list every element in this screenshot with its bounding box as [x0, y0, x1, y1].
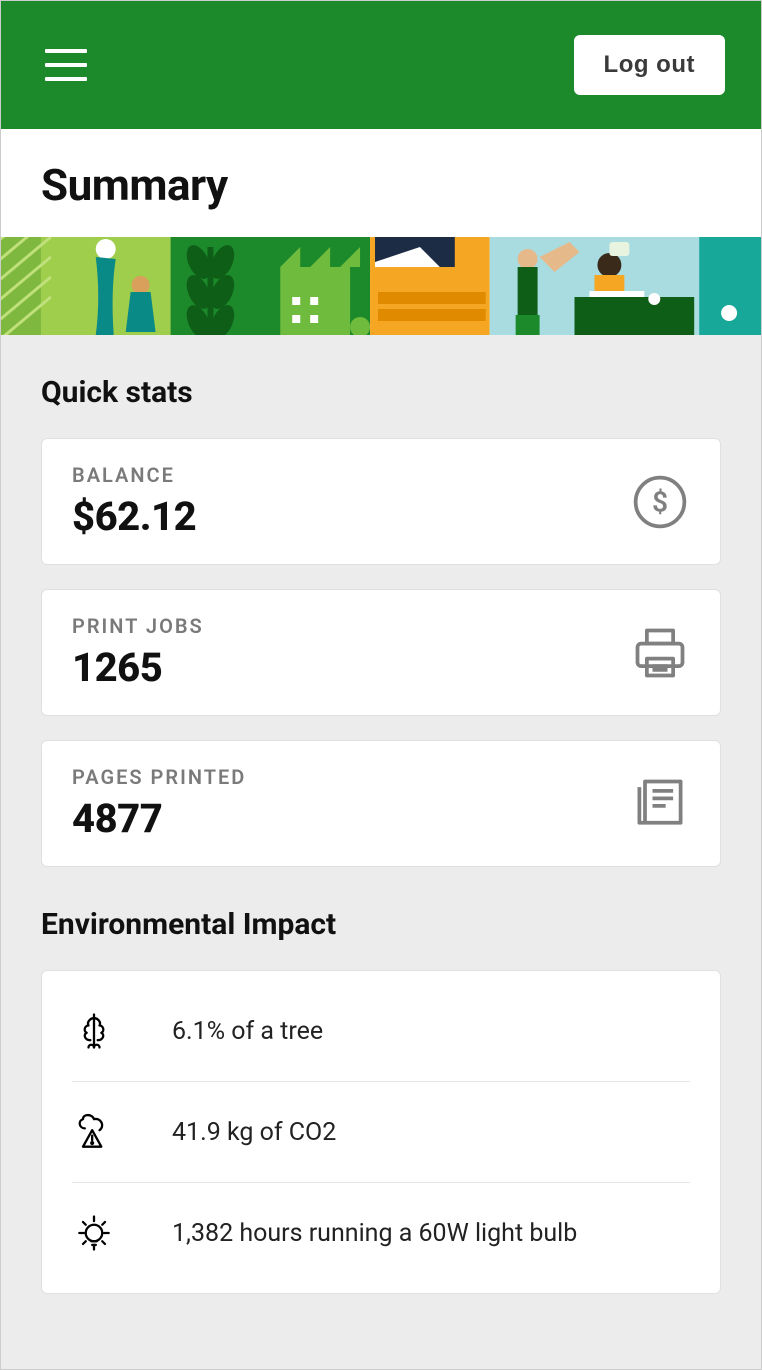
menu-icon[interactable]: [45, 49, 87, 81]
environmental-title: Environmental Impact: [41, 907, 721, 942]
co2-icon: [72, 1110, 116, 1154]
app-screen: Log out Summary: [0, 0, 762, 1370]
title-bar: Summary: [1, 129, 761, 237]
svg-text:$: $: [652, 485, 668, 518]
pages-icon: [630, 774, 690, 834]
pages-printed-label: PAGES PRINTED: [72, 765, 246, 789]
decorative-banner: [1, 237, 761, 335]
env-co2-text: 41.9 kg of CO2: [172, 1118, 336, 1147]
balance-card: BALANCE $62.12 $: [41, 438, 721, 565]
print-jobs-label: PRINT JOBS: [72, 614, 204, 638]
balance-value: $62.12: [72, 493, 196, 540]
environmental-card: 6.1% of a tree 41.9 kg of CO2: [41, 970, 721, 1294]
env-co2-row: 41.9 kg of CO2: [72, 1082, 690, 1183]
environmental-section: Environmental Impact 6.1% of a tree: [41, 907, 721, 1294]
lightbulb-icon: [72, 1211, 116, 1255]
content-area: Quick stats BALANCE $62.12 $ PRINT JOBS …: [1, 335, 761, 1369]
print-jobs-card: PRINT JOBS 1265: [41, 589, 721, 716]
pages-printed-card: PAGES PRINTED 4877: [41, 740, 721, 867]
printer-icon: [630, 623, 690, 683]
env-tree-text: 6.1% of a tree: [172, 1017, 323, 1046]
env-tree-row: 6.1% of a tree: [72, 981, 690, 1082]
logout-button[interactable]: Log out: [574, 35, 725, 95]
print-jobs-value: 1265: [72, 644, 204, 691]
page-title: Summary: [41, 159, 721, 211]
app-header: Log out: [1, 1, 761, 129]
quick-stats-title: Quick stats: [41, 375, 721, 410]
balance-label: BALANCE: [72, 463, 196, 487]
pages-printed-value: 4877: [72, 795, 246, 842]
dollar-icon: $: [630, 472, 690, 532]
env-lightbulb-text: 1,382 hours running a 60W light bulb: [172, 1219, 577, 1248]
env-lightbulb-row: 1,382 hours running a 60W light bulb: [72, 1183, 690, 1283]
tree-icon: [72, 1009, 116, 1053]
